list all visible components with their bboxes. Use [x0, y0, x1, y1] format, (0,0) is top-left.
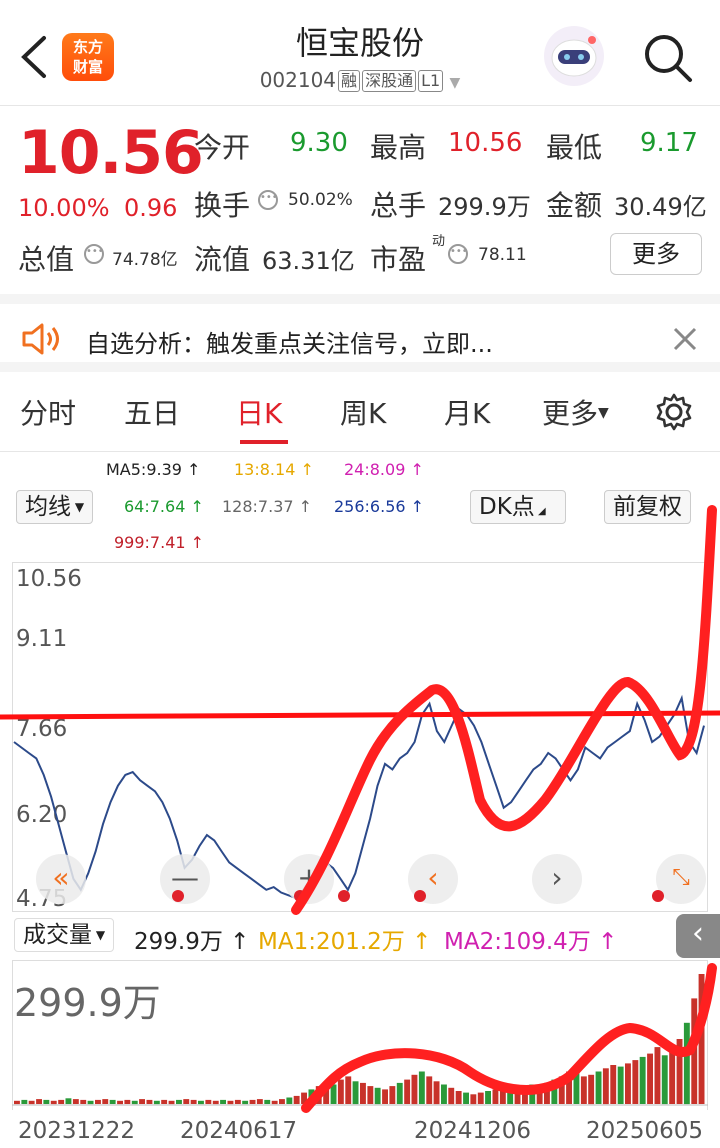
volume-bar — [566, 1071, 572, 1104]
volume-bar — [360, 1082, 366, 1104]
volume-bar — [109, 1099, 116, 1104]
volume-bar — [551, 1079, 558, 1104]
volume-bar — [323, 1082, 330, 1104]
volume-bar — [345, 1076, 352, 1104]
volume-bar — [374, 1087, 381, 1105]
volume-bar — [153, 1100, 160, 1105]
volume-bar — [21, 1099, 28, 1104]
volume-bar — [14, 1100, 20, 1105]
x-tick-label: 20250605 — [586, 1118, 704, 1144]
volume-bar — [529, 1084, 536, 1104]
volume-bar — [161, 1099, 168, 1104]
volume-bar — [536, 1086, 543, 1104]
volume-bar — [477, 1092, 484, 1104]
volume-bar — [411, 1074, 418, 1105]
volume-bar — [131, 1100, 138, 1105]
x-tick-label: 20240617 — [180, 1118, 298, 1144]
volume-bar — [256, 1099, 263, 1104]
volume-bar — [514, 1091, 521, 1104]
volume-bar — [544, 1082, 550, 1104]
volume-bar — [50, 1100, 57, 1105]
volume-bar — [463, 1092, 469, 1104]
volume-bar — [72, 1099, 79, 1104]
volume-bar — [558, 1076, 565, 1104]
volume-bar — [404, 1079, 411, 1104]
volume-bar — [389, 1086, 396, 1104]
volume-bar — [691, 998, 698, 1104]
volume-bar — [227, 1100, 234, 1105]
volume-bar — [43, 1099, 50, 1104]
volume-bar — [617, 1066, 624, 1104]
volume-bar — [647, 1053, 653, 1104]
volume-bar — [632, 1060, 639, 1104]
volume-bar — [36, 1099, 42, 1104]
volume-bar — [301, 1092, 307, 1104]
volume-bar — [80, 1099, 87, 1104]
volume-bar — [522, 1087, 528, 1105]
volume-bar — [87, 1100, 94, 1105]
volume-bar — [433, 1081, 440, 1105]
volume-bar — [602, 1068, 609, 1105]
volume-bars-layer — [12, 974, 708, 1106]
volume-bar — [580, 1076, 587, 1104]
volume-bar — [117, 1100, 123, 1105]
volume-bar — [176, 1099, 182, 1104]
volume-bar — [234, 1099, 241, 1104]
volume-bar — [205, 1099, 212, 1104]
volume-bar — [455, 1091, 462, 1104]
volume-bar — [639, 1056, 646, 1104]
volume-bar — [183, 1099, 190, 1104]
volume-bar — [470, 1094, 477, 1105]
volume-bar — [499, 1091, 506, 1104]
volume-bar — [286, 1097, 293, 1104]
volume-bar — [367, 1086, 374, 1104]
volume-bar — [28, 1100, 35, 1105]
volume-bar — [198, 1100, 204, 1105]
volume-bar — [249, 1099, 256, 1104]
volume-bar — [610, 1065, 617, 1104]
volume-bar — [441, 1084, 447, 1104]
volume-bar — [264, 1099, 271, 1104]
volume-bar — [485, 1091, 491, 1104]
volume-bar — [426, 1076, 433, 1104]
volume-bar — [190, 1099, 197, 1104]
volume-bar — [396, 1082, 403, 1104]
volume-bar — [315, 1086, 322, 1104]
volume-bar — [573, 1073, 580, 1104]
volume-bar — [279, 1099, 285, 1104]
volume-bar — [95, 1099, 101, 1104]
volume-bar — [220, 1099, 226, 1104]
volume-bar — [661, 1055, 668, 1105]
volume-bar — [418, 1071, 425, 1104]
x-tick-label: 20231222 — [18, 1118, 136, 1144]
volume-bar — [139, 1099, 145, 1104]
volume-bar — [448, 1087, 455, 1105]
volume-bar — [507, 1092, 514, 1104]
volume-bar — [588, 1074, 595, 1105]
volume-bar — [352, 1081, 359, 1105]
volume-bar — [654, 1047, 661, 1104]
volume-bar — [698, 974, 705, 1104]
volume-bar — [146, 1099, 153, 1104]
volume-bar — [102, 1099, 109, 1104]
volume-bar — [625, 1063, 631, 1104]
volume-bar — [65, 1098, 72, 1104]
volume-bar — [595, 1071, 602, 1104]
volume-bar — [271, 1100, 278, 1105]
volume-bar — [212, 1100, 219, 1105]
volume-bar — [676, 1039, 683, 1104]
volume-bar — [308, 1089, 315, 1104]
volume-bar — [58, 1099, 65, 1104]
volume-bar — [293, 1095, 300, 1104]
volume-bar — [382, 1089, 388, 1104]
volume-bar — [669, 1050, 676, 1104]
volume-bar — [330, 1084, 337, 1104]
volume-bar — [683, 1022, 690, 1105]
volume-bar — [168, 1100, 175, 1105]
volume-bar — [124, 1099, 131, 1104]
volume-bar — [337, 1079, 344, 1104]
volume-bar — [492, 1089, 499, 1104]
x-tick-label: 20241206 — [414, 1118, 532, 1144]
volume-bar — [242, 1100, 249, 1105]
